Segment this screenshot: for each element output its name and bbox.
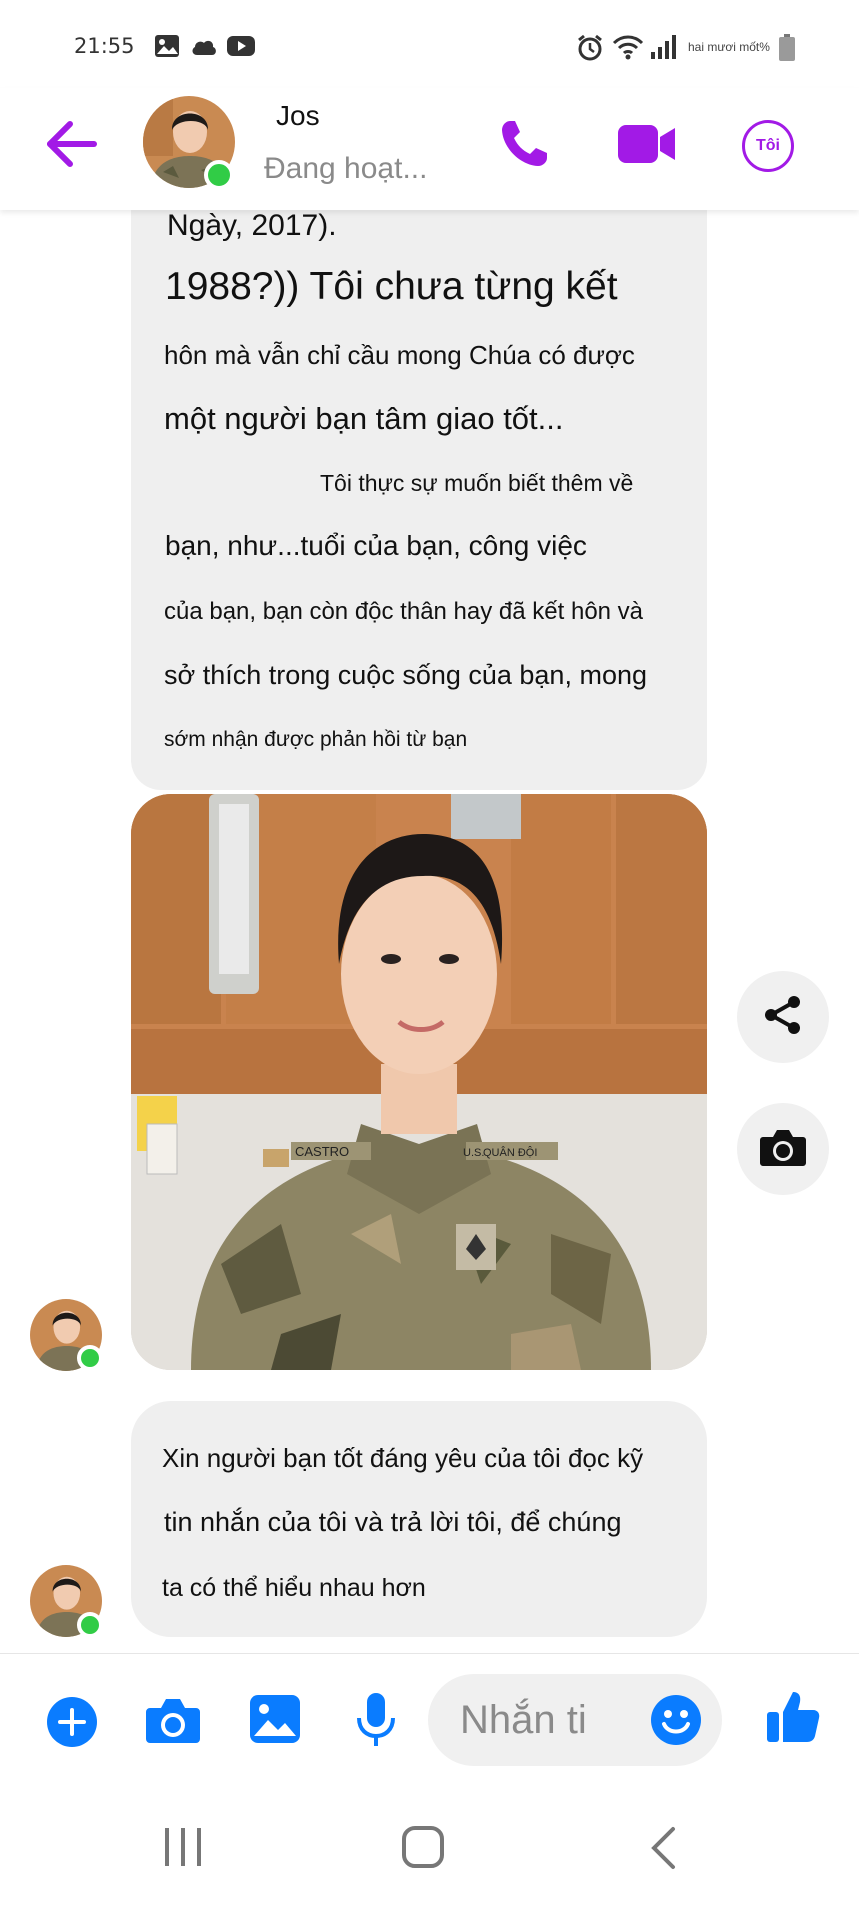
message-line: hôn mà vẫn chỉ cầu mong Chúa có được bbox=[164, 340, 635, 370]
message-line: bạn, như...tuổi của bạn, công việc bbox=[165, 530, 587, 561]
photo-branch-tape: QUÂN ĐỘI bbox=[483, 1146, 537, 1159]
message-input-pill[interactable] bbox=[428, 1674, 722, 1766]
cloud-icon bbox=[190, 38, 218, 61]
gallery-icon[interactable] bbox=[249, 1694, 301, 1749]
youtube-icon bbox=[226, 34, 256, 63]
nav-back-icon[interactable] bbox=[648, 1826, 678, 1875]
status-time: 21:55 bbox=[74, 34, 135, 58]
message-line: sở thích trong cuộc sống của bạn, mong bbox=[164, 660, 647, 690]
camera-icon bbox=[759, 1127, 807, 1172]
battery-icon bbox=[778, 34, 796, 67]
thumbs-up-icon[interactable] bbox=[765, 1688, 821, 1749]
message-line: Xin người bạn tốt đáng yêu của tôi đọc k… bbox=[162, 1443, 644, 1473]
signal-icon bbox=[650, 34, 678, 65]
wifi-icon bbox=[612, 34, 644, 65]
message-line: Tôi thực sự muốn biết thêm về bbox=[320, 470, 634, 496]
message-input[interactable] bbox=[458, 1694, 632, 1746]
message-line: sớm nhận được phản hồi từ bạn bbox=[164, 728, 468, 751]
contact-status: Đang hoạt... bbox=[264, 152, 428, 185]
photo-message[interactable]: CASTRO QUÂN ĐỘI U.S. bbox=[131, 794, 707, 1370]
contact-name[interactable]: Jos bbox=[276, 100, 320, 132]
message-line: Ngày, 2017). bbox=[167, 209, 337, 242]
online-status-dot bbox=[77, 1612, 103, 1638]
battery-text: hai mươi mốt% bbox=[688, 40, 770, 54]
profile-badge-button[interactable]: Tôi bbox=[742, 120, 794, 172]
recent-apps-icon[interactable] bbox=[163, 1826, 203, 1873]
microphone-icon[interactable] bbox=[356, 1692, 396, 1753]
system-navigation-bar bbox=[0, 1790, 859, 1908]
phone-icon[interactable] bbox=[498, 118, 550, 175]
message-line: tin nhắn của tôi và trả lời tôi, để chún… bbox=[164, 1507, 622, 1537]
gallery-notification-icon bbox=[154, 34, 180, 63]
video-camera-icon[interactable] bbox=[617, 122, 677, 171]
camera-button[interactable] bbox=[737, 1103, 829, 1195]
share-icon bbox=[762, 994, 804, 1041]
online-status-dot bbox=[77, 1345, 103, 1371]
alarm-icon bbox=[576, 34, 604, 67]
photo-name-tape: CASTRO bbox=[295, 1144, 349, 1159]
status-bar: 21:55 hai mươi mốt% bbox=[0, 0, 859, 90]
home-icon[interactable] bbox=[401, 1825, 445, 1874]
photo-us-tape: U.S. bbox=[463, 1147, 484, 1159]
message-line: 1988?)) Tôi chưa từng kết bbox=[165, 265, 618, 308]
message-line: một người bạn tâm giao tốt... bbox=[164, 401, 564, 436]
emoji-icon[interactable] bbox=[650, 1694, 702, 1751]
plus-icon[interactable] bbox=[46, 1696, 98, 1753]
online-status-dot bbox=[204, 160, 234, 190]
camera-icon[interactable] bbox=[145, 1696, 201, 1749]
profile-badge-text: Tôi bbox=[756, 137, 780, 154]
message-line: ta có thể hiểu nhau hơn bbox=[162, 1574, 426, 1602]
back-arrow-icon[interactable] bbox=[44, 120, 98, 173]
conversation-header: Jos Đang hoạt... Tôi bbox=[0, 88, 859, 210]
message-line: của bạn, bạn còn độc thân hay đã kết hôn… bbox=[164, 598, 644, 625]
message-composer bbox=[0, 1653, 859, 1792]
share-button[interactable] bbox=[737, 971, 829, 1063]
